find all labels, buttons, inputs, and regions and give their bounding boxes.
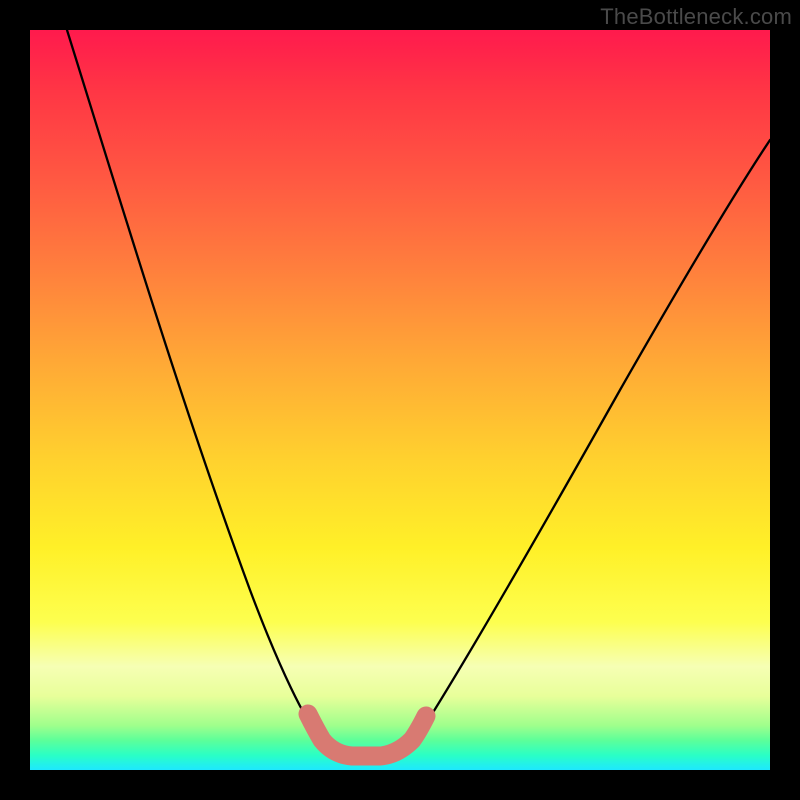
plot-area	[30, 30, 770, 770]
trough-marker	[308, 714, 426, 756]
watermark-text: TheBottleneck.com	[600, 4, 792, 30]
chart-svg	[30, 30, 770, 770]
outer-frame: TheBottleneck.com	[0, 0, 800, 800]
bottleneck-curve	[67, 30, 770, 755]
